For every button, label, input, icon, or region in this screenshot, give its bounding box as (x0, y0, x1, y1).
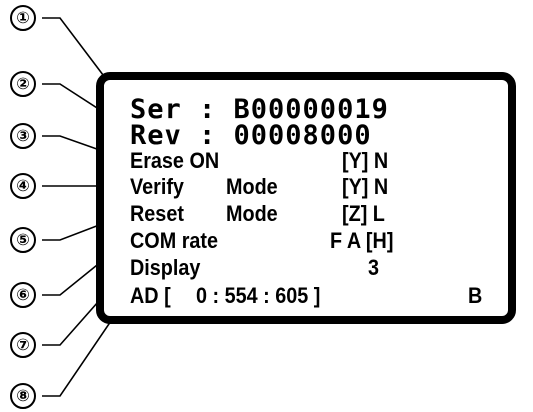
verify-mode-label: Mode (226, 174, 278, 199)
com-rate-label: COM rate (130, 228, 219, 253)
display-label: Display (130, 255, 201, 280)
reset-label: Reset (130, 201, 184, 226)
verify-label: Verify (130, 174, 184, 199)
callout-4: ④ (10, 173, 36, 199)
callout-8: ⑧ (10, 383, 36, 409)
erase-value: [Y] N (342, 148, 389, 173)
verify-value: [Y] N (342, 174, 389, 199)
callout-5: ⑤ (10, 227, 36, 253)
callout-3: ③ (10, 123, 36, 149)
display-value: 3 (368, 255, 380, 280)
reset-value: [Z] L (342, 201, 385, 226)
reset-mode-label: Mode (226, 201, 278, 226)
com-rate-value: F A [H] (330, 228, 394, 253)
callout-2: ② (10, 71, 36, 97)
callout-7: ⑦ (10, 332, 36, 358)
diagram-stage: ① ② ③ ④ ⑤ ⑥ ⑦ ⑧ Ser : B00000019 Rev : 00… (0, 0, 533, 412)
erase-label: Erase ON (130, 148, 220, 173)
revision-row: Rev : 00008000 (130, 120, 372, 151)
serial-number-row: Ser : B00000019 (130, 94, 389, 125)
callout-1: ① (10, 5, 36, 31)
ad-label: AD [ (130, 283, 171, 308)
callout-6: ⑥ (10, 282, 36, 308)
ad-suffix: B (468, 283, 483, 308)
ad-value: 0 : 554 : 605 ] (196, 283, 321, 308)
